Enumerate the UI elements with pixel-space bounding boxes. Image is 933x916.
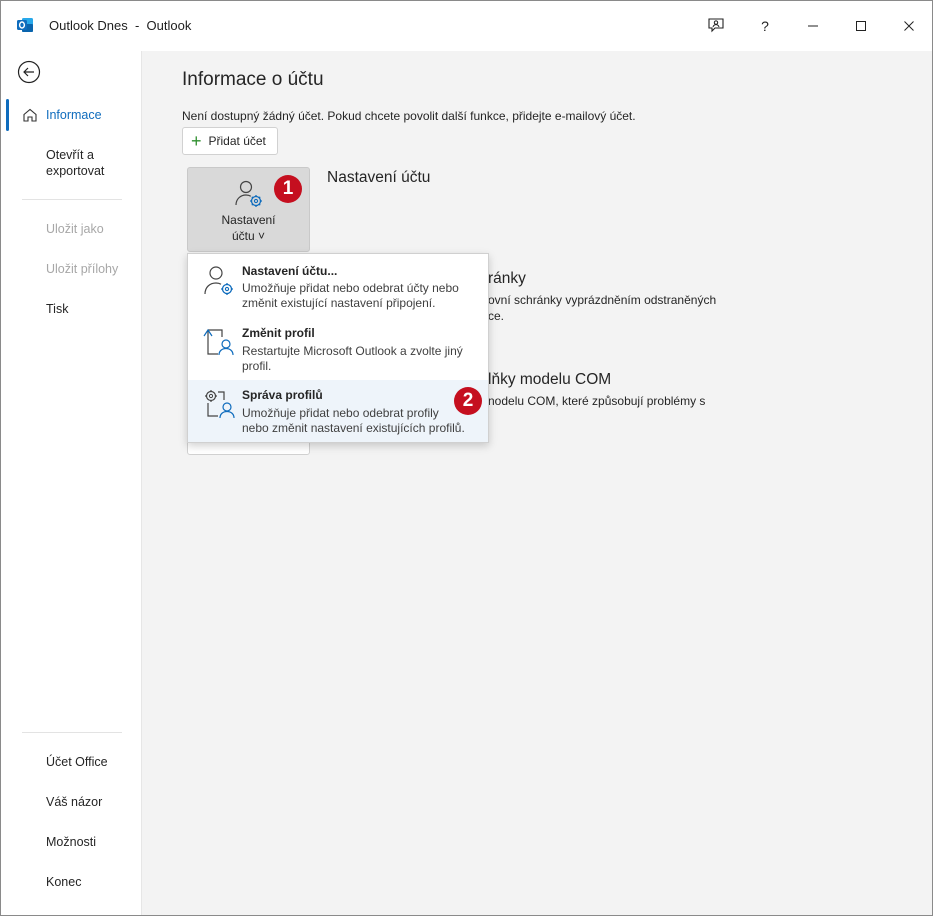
- sidebar-item-label: Uložit jako: [46, 222, 104, 236]
- sidebar-item-vas-nazor[interactable]: Váš názor: [1, 792, 141, 812]
- sidebar-item-otevrit-exportovat[interactable]: Otevřít a exportovat: [1, 147, 141, 183]
- maximize-icon: [856, 21, 866, 31]
- menu-item-zmenit-profil[interactable]: Změnit profil Restartujte Microsoft Outl…: [188, 318, 488, 380]
- backstage-sidebar: Informace Otevřít a exportovat Uložit ja…: [1, 51, 142, 915]
- menu-item-desc: Restartujte Microsoft Outlook a zvolte j…: [242, 344, 463, 358]
- close-icon: [904, 21, 914, 31]
- window-title: Outlook Dnes - Outlook: [49, 18, 192, 33]
- account-settings-dropdown: Nastavení účtu... Umožňuje přidat nebo o…: [187, 253, 489, 443]
- plus-icon: +: [191, 131, 202, 151]
- home-icon: [23, 108, 37, 122]
- mailbox-cleanup-desc: ovní schránky vyprázdněním odstraněných: [488, 293, 717, 307]
- com-addins-desc: nodelu COM, které způsobují problémy s: [488, 394, 706, 408]
- sidebar-item-label: Tisk: [46, 302, 69, 316]
- manage-profiles-icon: [205, 390, 235, 419]
- sidebar-item-label: Váš názor: [46, 795, 103, 809]
- change-profile-icon: [203, 328, 234, 356]
- active-indicator: [6, 99, 9, 131]
- minimize-icon: [808, 25, 818, 27]
- annotation-badge-2: 2: [454, 387, 482, 415]
- account-settings-heading: Nastavení účtu: [327, 169, 431, 186]
- minimize-button[interactable]: [789, 1, 837, 51]
- outlook-app-icon: [17, 18, 33, 32]
- menu-item-title: Správa profilů: [242, 388, 323, 402]
- feedback-button[interactable]: [692, 1, 740, 51]
- sidebar-item-tisk[interactable]: Tisk: [1, 299, 141, 319]
- sidebar-item-label: Konec: [46, 875, 82, 889]
- sidebar-item-moznosti[interactable]: Možnosti: [1, 832, 141, 852]
- add-account-button[interactable]: + Přidat účet: [182, 127, 278, 155]
- sidebar-divider: [22, 732, 122, 733]
- annotation-badge-1: 1: [274, 175, 302, 203]
- sidebar-item-label-line2: exportovat: [46, 164, 105, 178]
- menu-item-desc-line2: nebo změnit nastavení existujících profi…: [242, 421, 465, 435]
- menu-item-nastaveni-uctu[interactable]: Nastavení účtu... Umožňuje přidat nebo o…: [188, 254, 488, 318]
- sidebar-item-konec[interactable]: Konec: [1, 872, 141, 892]
- menu-item-title: Nastavení účtu...: [242, 264, 338, 278]
- person-gear-icon: [204, 266, 233, 295]
- menu-item-desc-line2: profil.: [242, 359, 272, 373]
- menu-item-desc: Umožňuje přidat nebo odebrat profily: [242, 406, 439, 420]
- sidebar-item-ucet-office[interactable]: Účet Office: [1, 752, 141, 772]
- feedback-icon: [708, 18, 724, 33]
- sidebar-item-informace[interactable]: Informace: [1, 99, 141, 131]
- sidebar-item-ulozit-jako[interactable]: Uložit jako: [1, 219, 141, 239]
- main-content: Informace o účtu Není dostupný žádný úče…: [142, 51, 932, 915]
- sidebar-divider: [22, 199, 122, 200]
- outlook-window: Outlook Dnes - Outlook ? Informace Otevř…: [0, 0, 933, 916]
- back-arrow-icon[interactable]: [17, 60, 41, 84]
- page-title: Informace o účtu: [182, 69, 324, 90]
- sidebar-item-label: Účet Office: [46, 755, 108, 769]
- sidebar-item-label: Informace: [46, 108, 102, 122]
- help-button[interactable]: ?: [741, 1, 789, 51]
- sidebar-item-label: Uložit přílohy: [46, 262, 119, 276]
- mailbox-cleanup-heading: ránky: [488, 270, 526, 287]
- person-gear-icon: [235, 180, 262, 207]
- sidebar-item-ulozit-prilohy[interactable]: Uložit přílohy: [1, 259, 141, 279]
- no-account-message: Není dostupný žádný účet. Pokud chcete p…: [182, 109, 636, 123]
- menu-item-title: Změnit profil: [242, 326, 315, 340]
- title-bar: Outlook Dnes - Outlook ?: [1, 1, 932, 51]
- add-account-label: Přidat účet: [208, 134, 266, 148]
- menu-item-desc: Umožňuje přidat nebo odebrat účty nebo: [242, 281, 459, 295]
- com-addins-heading: lňky modelu COM: [488, 371, 612, 388]
- sidebar-item-label: Otevřít a: [46, 148, 94, 162]
- account-settings-label: Nastavení účtu ˅: [221, 213, 276, 243]
- sidebar-item-label: Možnosti: [46, 835, 97, 849]
- mailbox-cleanup-desc-line2: ce.: [488, 309, 505, 323]
- menu-item-desc-line2: změnit existující nastavení připojení.: [242, 296, 436, 310]
- close-button[interactable]: [885, 1, 932, 51]
- menu-item-sprava-profilu[interactable]: Správa profilů Umožňuje přidat nebo odeb…: [188, 380, 488, 442]
- maximize-button[interactable]: [837, 1, 885, 51]
